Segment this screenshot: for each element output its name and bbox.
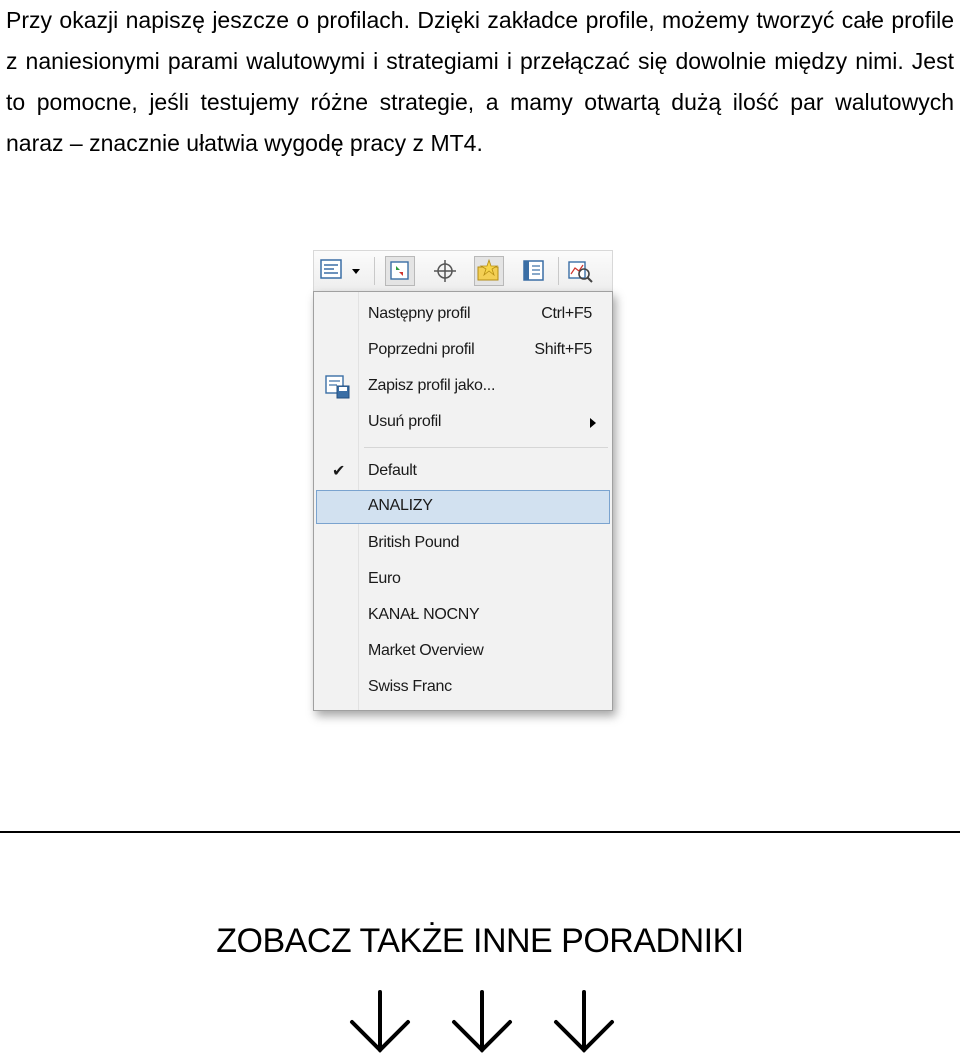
down-arrow-icon: [554, 990, 614, 1053]
menu-item-profile-euro[interactable]: Euro: [316, 563, 610, 597]
see-also-heading: ZOBACZ TAKŻE INNE PORADNIKI: [216, 922, 744, 960]
strategy-tester-icon[interactable]: [565, 256, 595, 286]
mt4-profiles-screenshot: Następny profil Ctrl+F5 Poprzedni profil…: [313, 250, 615, 712]
favorites-icon[interactable]: [474, 256, 504, 286]
profiles-menu: Następny profil Ctrl+F5 Poprzedni profil…: [313, 291, 613, 711]
toolbar: [313, 250, 613, 292]
menu-item-next-profile[interactable]: Następny profil Ctrl+F5: [316, 298, 610, 332]
save-profile-icon: [324, 374, 352, 405]
navigator-icon[interactable]: [519, 256, 549, 286]
menu-item-label: Usuń profil: [368, 413, 442, 430]
menu-item-profile-default[interactable]: ✔ Default: [316, 455, 610, 489]
toolbar-separator: [374, 257, 375, 285]
down-arrow-icon: [350, 990, 410, 1053]
down-arrow-icon: [452, 990, 512, 1053]
toolbar-separator: [558, 257, 559, 285]
profiles-icon[interactable]: [318, 256, 348, 286]
menu-item-shortcut: Ctrl+F5: [541, 305, 592, 322]
menu-item-profile-analizy[interactable]: ANALIZY: [316, 490, 610, 524]
menu-item-profile-market-overview[interactable]: Market Overview: [316, 635, 610, 669]
menu-item-label: British Pound: [368, 534, 460, 551]
menu-item-label: Market Overview: [368, 642, 484, 659]
menu-item-label: KANAŁ NOCNY: [368, 606, 480, 623]
menu-item-shortcut: Shift+F5: [534, 341, 592, 358]
checkmark-icon: ✔: [332, 463, 346, 480]
menu-item-profile-kanal-nocny[interactable]: KANAŁ NOCNY: [316, 599, 610, 633]
crosshair-icon[interactable]: [430, 256, 460, 286]
menu-item-save-profile[interactable]: Zapisz profil jako...: [316, 370, 610, 404]
menu-item-label: Swiss Franc: [368, 678, 452, 695]
dropdown-arrow-icon[interactable]: [348, 256, 364, 286]
down-arrows: [340, 988, 630, 1054]
menu-item-label: ANALIZY: [368, 497, 433, 514]
menu-item-label: Euro: [368, 570, 401, 587]
menu-item-label: Default: [368, 462, 417, 479]
menu-item-label: Poprzedni profil: [368, 341, 475, 358]
menu-item-label: Następny profil: [368, 305, 471, 322]
intro-text: Przy okazji napiszę jeszcze o profilach.…: [6, 7, 954, 156]
menu-item-profile-swiss-franc[interactable]: Swiss Franc: [316, 671, 610, 705]
horizontal-rule: [0, 831, 960, 833]
intro-paragraph: Przy okazji napiszę jeszcze o profilach.…: [6, 0, 954, 164]
submenu-arrow-icon: [590, 418, 596, 428]
menu-item-previous-profile[interactable]: Poprzedni profil Shift+F5: [316, 334, 610, 368]
menu-separator: [364, 447, 608, 448]
menu-item-profile-british-pound[interactable]: British Pound: [316, 527, 610, 561]
new-order-icon[interactable]: [385, 256, 415, 286]
menu-item-label: Zapisz profil jako...: [368, 377, 496, 394]
menu-item-remove-profile[interactable]: Usuń profil: [316, 406, 610, 440]
